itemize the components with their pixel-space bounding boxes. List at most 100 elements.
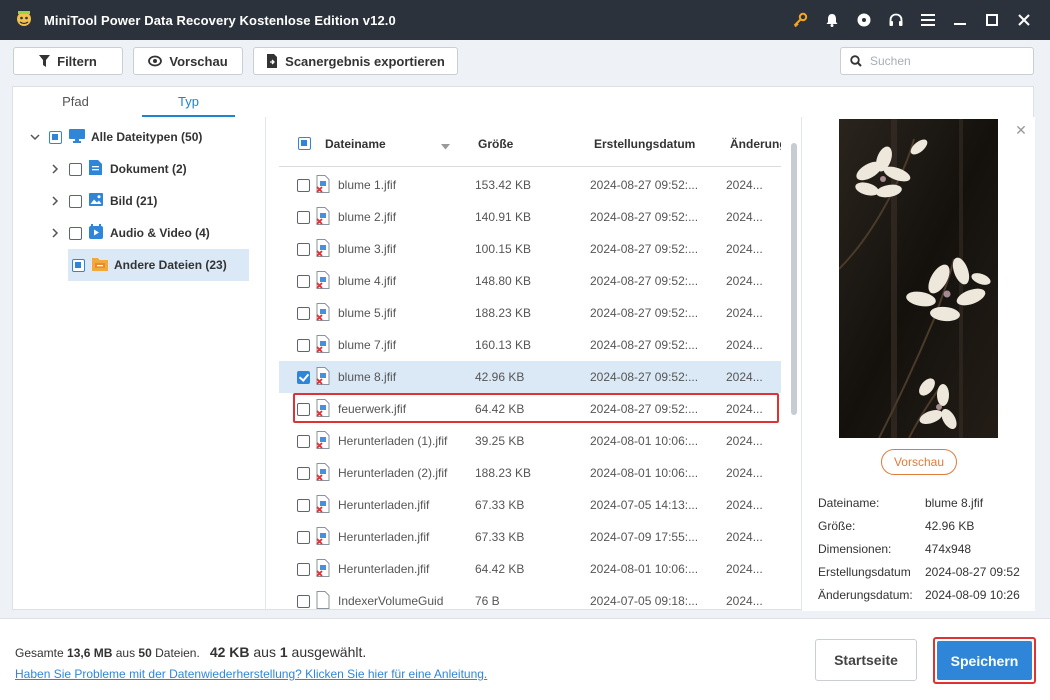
maximize-icon[interactable] [976,0,1008,40]
cell-created: 2024-08-27 09:52:... [590,402,699,416]
key-icon[interactable] [784,0,816,40]
table-row[interactable]: Herunterladen.jfif 67.33 KB 2024-07-09 17:… [279,521,781,553]
table-row[interactable]: blume 2.jfif 140.91 KB 2024-08-27 09:52:..… [279,201,781,233]
row-checkbox[interactable] [297,211,310,224]
chevron-right-icon[interactable] [49,227,61,239]
row-checkbox[interactable] [297,339,310,352]
cell-modified: 2024... [726,562,763,576]
chevron-down-icon[interactable] [29,131,41,143]
filter-button[interactable]: Filtern [13,47,123,75]
cell-created: 2024-08-27 09:52:... [590,306,699,320]
table-row[interactable]: blume 4.jfif 148.80 KB 2024-08-27 09:52:..… [279,265,781,297]
summary-text: Dateien. [151,646,200,660]
chevron-right-icon[interactable] [49,195,61,207]
cell-created: 2024-07-09 17:55:... [590,530,699,544]
table-row[interactable]: Herunterladen (2).jfif 188.23 KB 2024-08-0… [279,457,781,489]
disc-icon[interactable] [848,0,880,40]
close-icon[interactable] [1008,0,1040,40]
footer-bar: Gesamte 13,6 MB aus 50 Dateien. 42 KB au… [0,618,1050,700]
cell-filename: blume 4.jfif [338,274,397,288]
cell-created: 2024-08-27 09:52:... [590,242,699,256]
column-header-name[interactable]: Dateiname [325,137,386,151]
cell-modified: 2024... [726,530,763,544]
search-input[interactable] [870,54,1020,68]
table-row[interactable]: IndexerVolumeGuid 76 B 2024-07-05 09:18:..… [279,585,781,611]
help-link[interactable]: Haben Sie Probleme mit der Datenwiederhe… [15,667,487,681]
file-list: Dateiname Größe Erstellungsdatum Änderun… [279,117,781,611]
row-checkbox[interactable] [297,307,310,320]
cell-created: 2024-08-27 09:52:... [590,178,699,192]
table-row[interactable]: Herunterladen.jfif 64.42 KB 2024-08-01 10:… [279,553,781,585]
deleted-file-icon [316,399,330,417]
row-checkbox[interactable] [297,371,310,384]
summary-text: ausgewählt. [287,644,367,660]
cell-modified: 2024... [726,402,763,416]
document-icon [89,160,102,178]
column-header-modified[interactable]: Änderungs [730,137,781,151]
row-checkbox[interactable] [297,595,310,608]
tree-checkbox[interactable] [72,258,85,272]
tree-checkbox[interactable] [69,194,82,208]
preview-button[interactable]: Vorschau [133,47,243,75]
cell-modified: 2024... [726,274,763,288]
table-row[interactable]: blume 8.jfif 42.96 KB 2024-08-27 09:52:...… [279,361,781,393]
video-icon [89,224,103,242]
panel-divider [265,117,266,611]
list-scrollbar[interactable] [791,139,797,611]
tree-item-audio-video[interactable]: Audio & Video (4) [49,217,259,249]
column-header-size[interactable]: Größe [478,137,513,151]
chevron-right-icon[interactable] [49,163,61,175]
row-checkbox[interactable] [297,531,310,544]
row-checkbox[interactable] [297,275,310,288]
tree-checkbox[interactable] [69,226,82,240]
table-row[interactable]: feuerwerk.jfif 64.42 KB 2024-08-27 09:52:.… [279,393,781,425]
tab-type[interactable]: Typ [142,87,235,117]
toolbar: Filtern Vorschau Scanergebnis exportiere… [0,40,1050,82]
meta-value: 2024-08-09 10:26 [925,588,1020,602]
minimize-icon[interactable] [944,0,976,40]
column-header-created[interactable]: Erstellungsdatum [594,137,695,151]
tree-item-label: Dokument (2) [110,162,187,176]
cell-size: 76 B [475,594,500,608]
bell-icon[interactable] [816,0,848,40]
table-row[interactable]: Herunterladen.jfif 67.33 KB 2024-07-05 14:… [279,489,781,521]
cell-modified: 2024... [726,498,763,512]
home-button[interactable]: Startseite [815,639,917,681]
meta-value: 474x948 [925,542,972,556]
cell-created: 2024-08-27 09:52:... [590,210,699,224]
tree-item-all-file-types[interactable]: Alle Dateitypen (50) [29,121,259,153]
table-row[interactable]: Herunterladen (1).jfif 39.25 KB 2024-08-01… [279,425,781,457]
row-checkbox[interactable] [297,243,310,256]
select-all-checkbox[interactable] [298,137,311,150]
table-row[interactable]: blume 5.jfif 188.23 KB 2024-08-27 09:52:..… [279,297,781,329]
preview-action-button[interactable]: Vorschau [881,449,957,475]
row-checkbox[interactable] [297,403,310,416]
export-button[interactable]: Scanergebnis exportieren [253,47,458,75]
row-checkbox[interactable] [297,563,310,576]
scrollbar-thumb[interactable] [791,143,797,415]
table-row[interactable]: blume 1.jfif 153.42 KB 2024-08-27 09:52:..… [279,169,781,201]
cell-filename: blume 2.jfif [338,210,397,224]
cell-filename: Herunterladen.jfif [338,498,430,512]
close-preview-icon[interactable]: ✕ [1014,123,1028,137]
sort-down-icon[interactable] [441,139,450,153]
menu-icon[interactable] [912,0,944,40]
tree-checkbox[interactable] [69,162,82,176]
tree-item-image[interactable]: Bild (21) [49,185,259,217]
tab-path[interactable]: Pfad [29,87,122,117]
preview-image [839,119,998,438]
row-checkbox[interactable] [297,467,310,480]
save-button[interactable]: Speichern [937,641,1032,680]
tree-item-document[interactable]: Dokument (2) [49,153,259,185]
headset-icon[interactable] [880,0,912,40]
row-checkbox[interactable] [297,179,310,192]
cell-filename: blume 7.jfif [338,338,397,352]
tree-checkbox[interactable] [49,130,62,144]
row-checkbox[interactable] [297,499,310,512]
table-row[interactable]: blume 7.jfif 160.13 KB 2024-08-27 09:52:..… [279,329,781,361]
search-box[interactable] [840,47,1034,75]
table-row[interactable]: blume 3.jfif 100.15 KB 2024-08-27 09:52:..… [279,233,781,265]
tree-item-other-files[interactable]: Andere Dateien (23) [68,249,249,281]
row-checkbox[interactable] [297,435,310,448]
list-header: Dateiname Größe Erstellungsdatum Änderun… [279,117,781,167]
